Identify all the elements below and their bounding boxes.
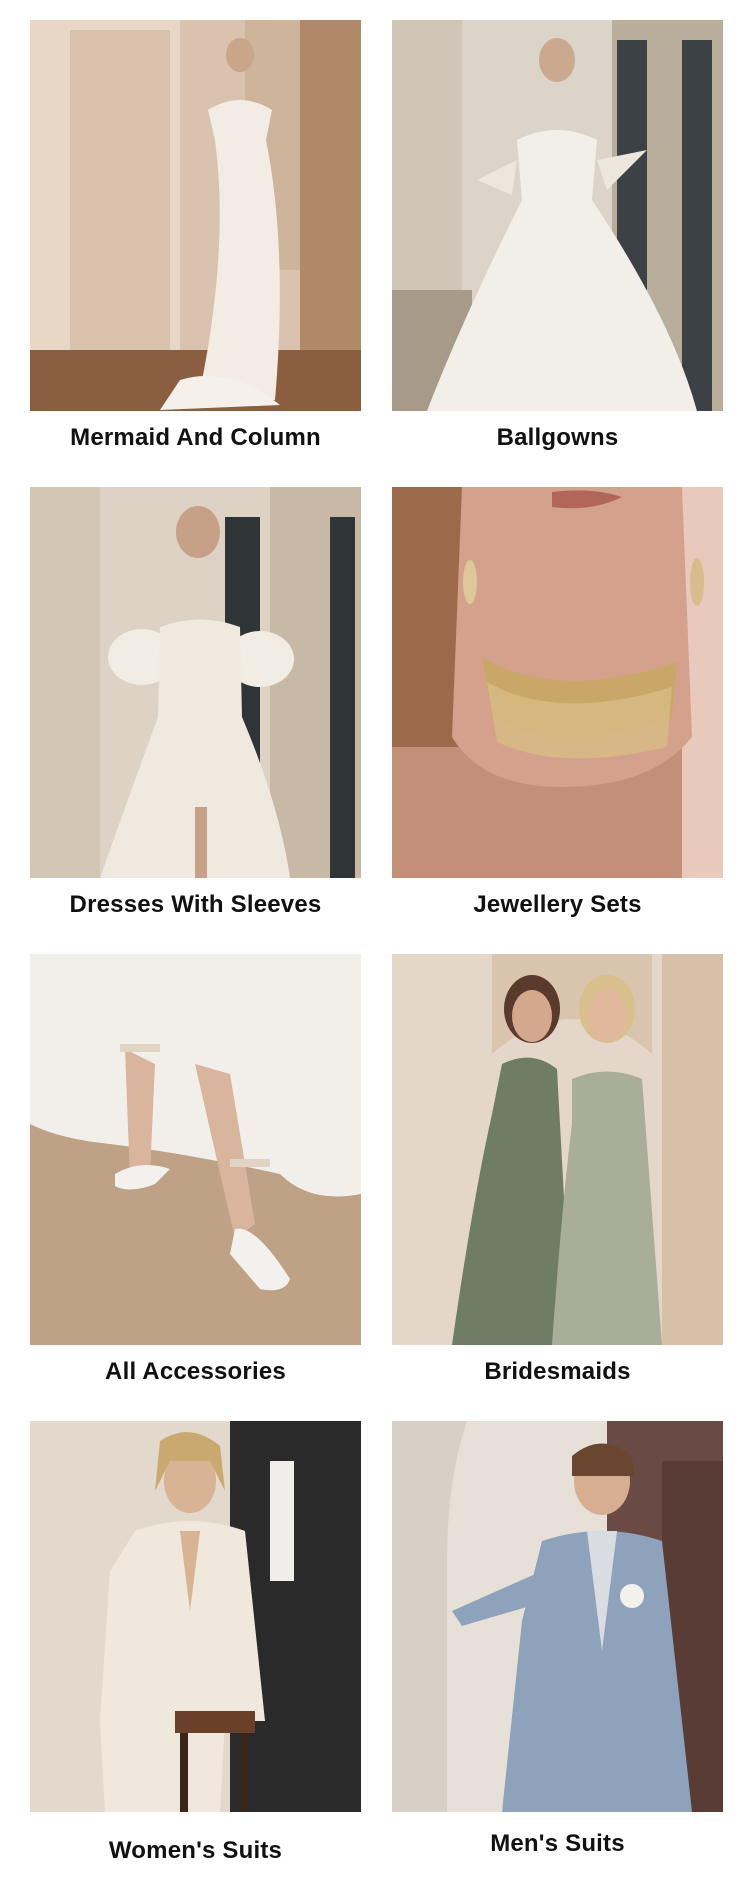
category-card-dresses-with-sleeves[interactable]: Dresses With Sleeves (30, 487, 361, 919)
category-label: All Accessories (105, 1358, 286, 1385)
mens-suit-photo (392, 1421, 723, 1812)
category-label: Ballgowns (496, 424, 619, 451)
category-label: Men's Suits (490, 1830, 625, 1857)
category-card-bridesmaids[interactable]: Bridesmaids (392, 954, 723, 1386)
bridesmaids-photo (392, 954, 723, 1345)
category-card-all-accessories[interactable]: All Accessories (30, 954, 361, 1386)
category-label: Dresses With Sleeves (69, 891, 322, 918)
womens-suit-photo (30, 1421, 361, 1812)
category-label: Women's Suits (108, 1837, 283, 1864)
sleeved-dress-photo (30, 487, 361, 878)
ballgown-photo (392, 20, 723, 411)
category-grid: Mermaid And Column Ballgowns Dresses Wit… (0, 0, 750, 1904)
jewellery-necklace-photo (392, 487, 723, 878)
category-card-mermaid-and-column[interactable]: Mermaid And Column (30, 20, 361, 452)
category-label: Mermaid And Column (70, 424, 321, 451)
category-card-jewellery-sets[interactable]: Jewellery Sets (392, 487, 723, 919)
category-label: Bridesmaids (484, 1358, 631, 1385)
category-card-ballgowns[interactable]: Ballgowns (392, 20, 723, 452)
bridal-shoes-photo (30, 954, 361, 1345)
category-label: Jewellery Sets (473, 891, 642, 918)
category-card-mens-suits[interactable]: Men's Suits (392, 1421, 723, 1858)
category-card-womens-suits[interactable]: Women's Suits (30, 1421, 361, 1865)
mermaid-gown-photo (30, 20, 361, 411)
